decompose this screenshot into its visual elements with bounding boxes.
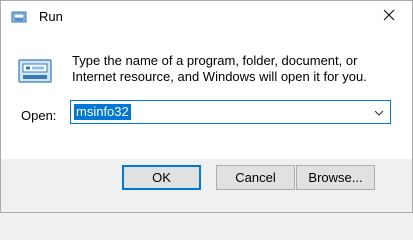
cancel-button[interactable]: Cancel <box>216 165 295 190</box>
close-button[interactable] <box>366 1 412 33</box>
ok-button[interactable]: OK <box>122 165 201 190</box>
button-bar: OK Cancel Browse... <box>1 159 412 212</box>
open-label: Open: <box>21 108 57 123</box>
close-icon <box>383 8 395 26</box>
run-icon <box>17 56 53 88</box>
run-icon <box>11 10 27 24</box>
browse-button[interactable]: Browse... <box>296 165 375 190</box>
window-title: Run <box>39 9 63 24</box>
dialog-description: Type the name of a program, folder, docu… <box>72 53 367 84</box>
open-input[interactable]: msinfo32 <box>74 104 131 120</box>
dropdown-button[interactable] <box>370 102 388 122</box>
run-dialog: Run Type the name of a program, folder, … <box>0 0 413 213</box>
chevron-down-icon <box>374 103 384 121</box>
open-combobox[interactable]: msinfo32 <box>70 100 391 124</box>
dialog-content: Type the name of a program, folder, docu… <box>1 33 412 159</box>
title-bar[interactable]: Run <box>1 1 412 33</box>
